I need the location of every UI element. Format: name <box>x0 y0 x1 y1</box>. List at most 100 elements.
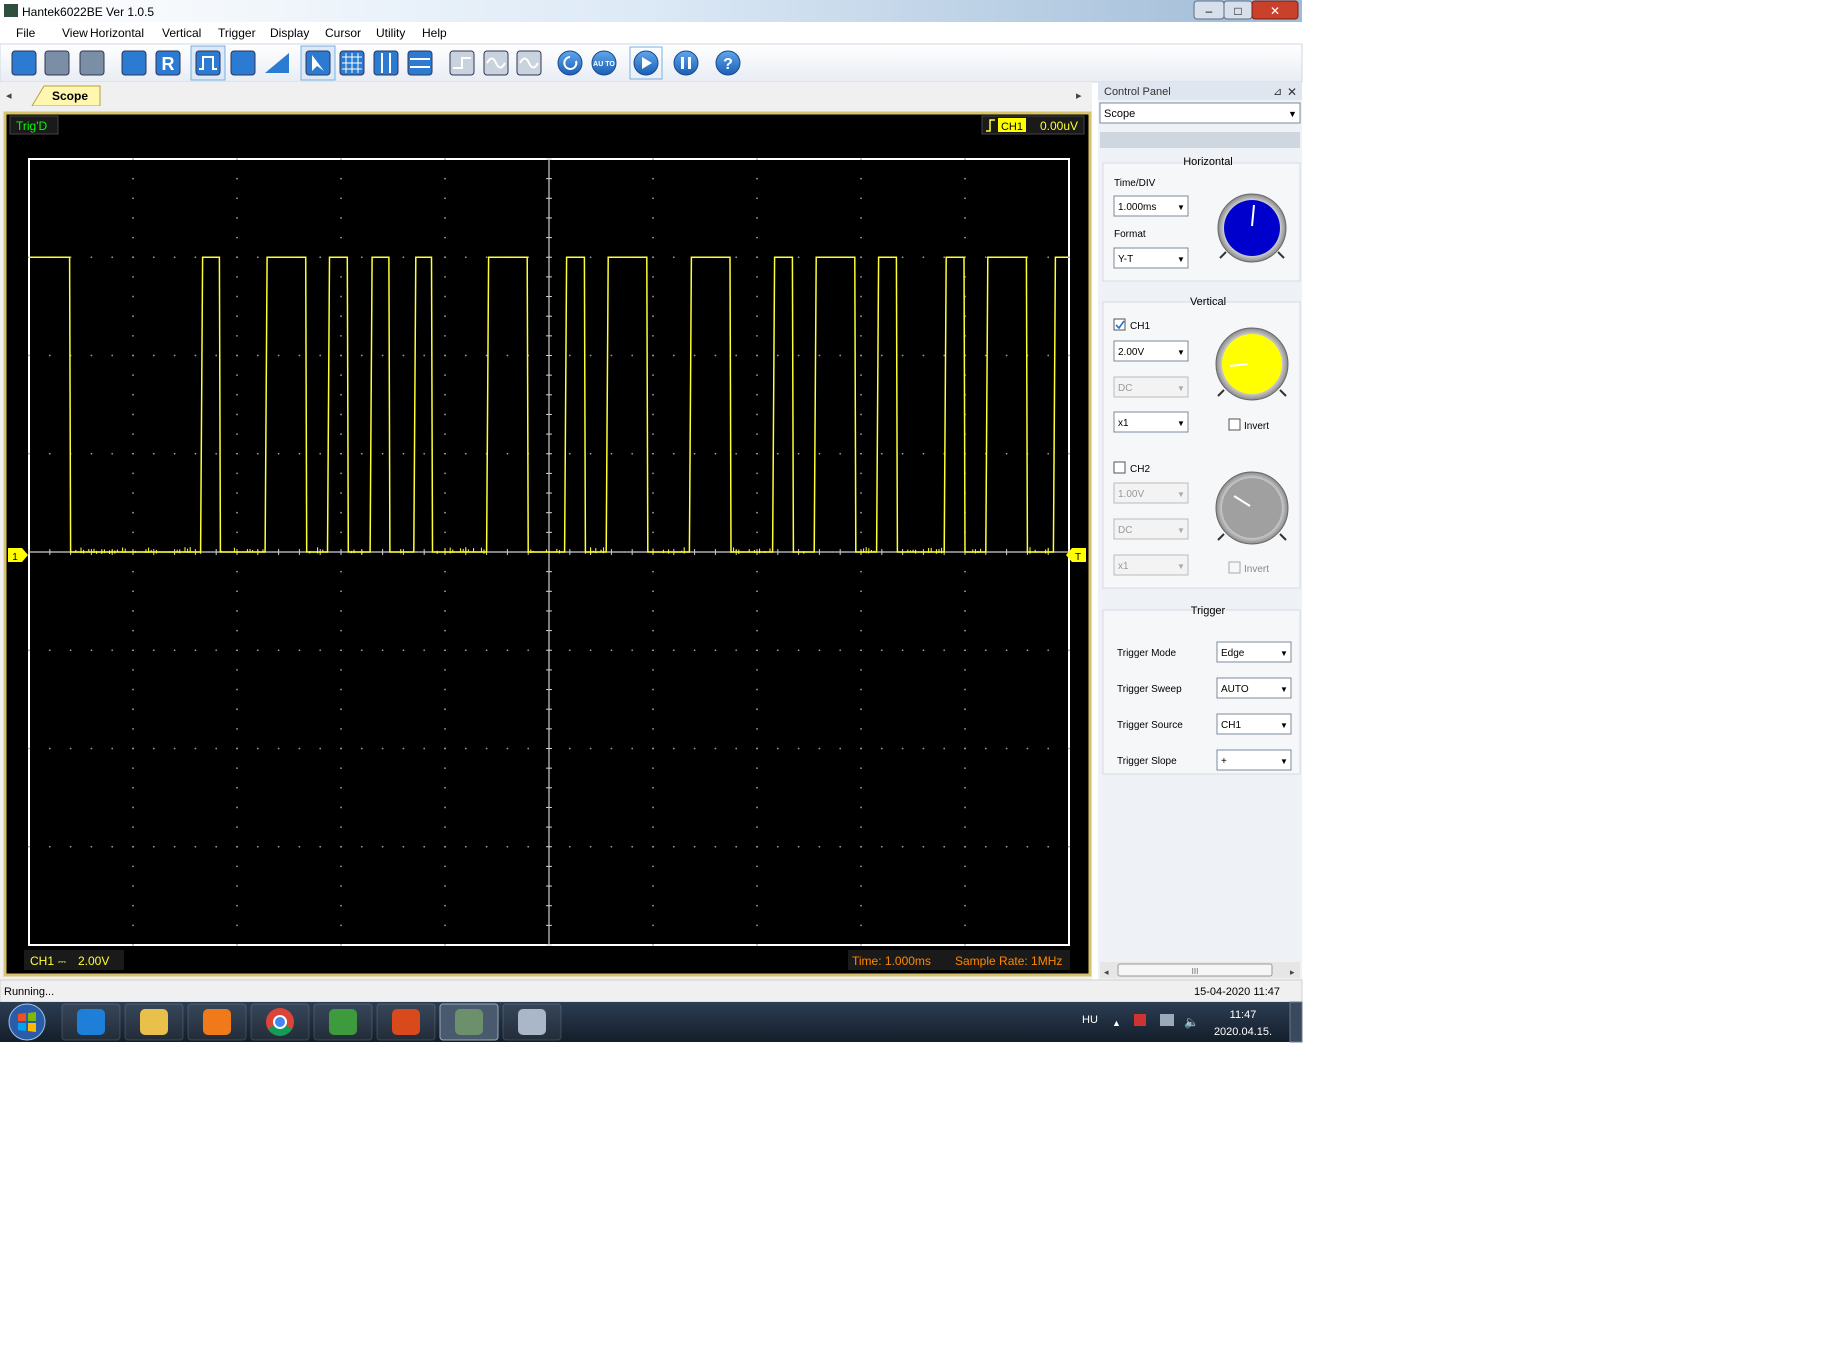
volume-icon[interactable]: 🔈 <box>1184 1015 1199 1029</box>
svg-text:1.00V: 1.00V <box>1118 489 1144 500</box>
r-icon[interactable]: R <box>155 50 181 76</box>
pulse-icon[interactable] <box>190 45 226 81</box>
time-div-label: Time/DIV <box>1114 178 1156 189</box>
panel-selector[interactable]: Scope ▼ <box>1099 102 1301 124</box>
show-desktop-button[interactable] <box>1289 1001 1303 1043</box>
svg-text:2.00V: 2.00V <box>1118 347 1144 358</box>
vertical-cursor-icon[interactable] <box>373 50 399 76</box>
ch1-checkbox[interactable] <box>1113 318 1126 331</box>
svg-text:III: III <box>1192 967 1199 976</box>
ch1-volts-select[interactable]: 2.00V ▼ <box>1113 340 1189 362</box>
trigger-slope-select[interactable]: + ▼ <box>1216 749 1292 771</box>
chevron-down-icon: ▼ <box>1177 203 1185 212</box>
format-label: Format <box>1114 229 1146 240</box>
menu-file[interactable]: File <box>16 26 36 40</box>
trig-status: Trig'D <box>16 119 48 133</box>
ie-icon[interactable] <box>61 1003 121 1041</box>
language-indicator[interactable]: HU <box>1082 1014 1098 1026</box>
ch2-knob <box>1215 471 1289 545</box>
wave-icon[interactable] <box>483 50 509 76</box>
paint-icon[interactable] <box>502 1003 562 1041</box>
ch1-knob-face <box>1222 334 1282 394</box>
ch2-knob-face <box>1222 478 1282 538</box>
chevron-down-icon: ▼ <box>1280 757 1288 766</box>
utorrent-icon[interactable] <box>313 1003 373 1041</box>
menu-trigger[interactable]: Trigger <box>218 26 256 40</box>
trigger-mode-label: Trigger Mode <box>1117 648 1177 659</box>
svg-text:DC: DC <box>1118 383 1132 394</box>
auto-icon[interactable]: AU TO <box>591 50 617 76</box>
timebase-knob-face <box>1224 200 1280 256</box>
ch1-knob[interactable] <box>1215 327 1289 401</box>
menu-help[interactable]: Help <box>422 26 447 40</box>
scroll-left-icon: ◂ <box>1104 967 1109 977</box>
tray-time[interactable]: 11:47 <box>1230 1009 1257 1021</box>
save-icon[interactable] <box>44 50 70 76</box>
start-button[interactable] <box>8 1003 46 1041</box>
show-hidden-icons-icon[interactable]: ▲ <box>1112 1018 1121 1028</box>
persist-icon[interactable] <box>230 50 256 76</box>
svg-text:AU TO: AU TO <box>593 61 615 68</box>
trigger-source-label: Trigger Source <box>1117 720 1183 731</box>
sine-icon[interactable] <box>516 50 542 76</box>
cursor-arrow-icon[interactable] <box>300 45 336 81</box>
svg-text:T: T <box>1075 552 1081 563</box>
format-select[interactable]: Y-T ▼ <box>1113 247 1189 269</box>
help-icon[interactable]: ? <box>715 50 741 76</box>
office-icon[interactable] <box>376 1003 436 1041</box>
grid-icon[interactable] <box>339 50 365 76</box>
trigger-mode-select[interactable]: Edge ▼ <box>1216 641 1292 663</box>
trigger-level: 0.00uV <box>1040 119 1078 133</box>
dc-coupling-icon: ⎓ <box>58 957 66 968</box>
ch1-invert-checkbox[interactable] <box>1228 418 1241 431</box>
control-panel: Control Panel ⊿ ✕ Scope ▼ Horizontal Tim… <box>1098 82 1302 980</box>
action-center-flag-icon[interactable] <box>1134 1014 1146 1026</box>
refresh-icon[interactable] <box>557 50 583 76</box>
menu-view[interactable]: View <box>62 26 88 40</box>
svg-text:□: □ <box>1234 4 1241 18</box>
panel-scrollbar[interactable]: ◂ III ▸ <box>1100 962 1300 978</box>
autoset-icon[interactable] <box>121 50 147 76</box>
tray-date[interactable]: 2020.04.15. <box>1214 1026 1272 1038</box>
svg-text:CH1: CH1 <box>1221 720 1241 731</box>
print-icon[interactable] <box>79 50 105 76</box>
tab-scroll-left-icon[interactable]: ◂ <box>6 90 12 102</box>
trigger-sweep-label: Trigger Sweep <box>1117 684 1182 695</box>
footer-ch1-label: CH1 <box>30 954 54 968</box>
svg-text:1: 1 <box>12 552 18 563</box>
svg-text:x1: x1 <box>1118 561 1129 572</box>
maximize-button[interactable]: □ <box>1223 0 1253 20</box>
chevron-down-icon: ▼ <box>1280 685 1288 694</box>
trigger-sweep-select[interactable]: AUTO ▼ <box>1216 677 1292 699</box>
svg-text:AUTO: AUTO <box>1221 684 1249 695</box>
horizontal-cursor-icon[interactable] <box>407 50 433 76</box>
menu-cursor[interactable]: Cursor <box>325 26 361 40</box>
menu-utility[interactable]: Utility <box>376 26 405 40</box>
explorer-icon[interactable] <box>124 1003 184 1041</box>
panel-close-icon[interactable]: ✕ <box>1287 85 1297 99</box>
minimize-button[interactable]: – <box>1193 0 1225 20</box>
network-icon[interactable] <box>1160 1014 1174 1026</box>
close-button[interactable]: ✕ <box>1251 0 1299 20</box>
media-player-icon[interactable] <box>187 1003 247 1041</box>
hantek-icon[interactable] <box>439 1003 499 1041</box>
step-icon[interactable] <box>449 50 475 76</box>
chevron-down-icon: ▼ <box>1280 721 1288 730</box>
chevron-down-icon: ▼ <box>1177 384 1185 393</box>
ch1-probe-select[interactable]: x1 ▼ <box>1113 411 1189 433</box>
time-div-select[interactable]: 1.000ms ▼ <box>1113 195 1189 217</box>
trigger-source-select[interactable]: CH1 ▼ <box>1216 713 1292 735</box>
timebase-knob[interactable] <box>1217 193 1287 263</box>
pause-icon[interactable] <box>673 50 699 76</box>
pin-icon[interactable]: ⊿ <box>1273 86 1282 98</box>
svg-text:Edge: Edge <box>1221 648 1245 659</box>
chevron-down-icon: ▼ <box>1280 649 1288 658</box>
menu-horizontal[interactable]: Horizontal <box>90 26 144 40</box>
menu-display[interactable]: Display <box>270 26 309 40</box>
ch2-checkbox[interactable] <box>1113 461 1126 474</box>
chrome-icon[interactable] <box>250 1003 310 1041</box>
menu-vertical[interactable]: Vertical <box>162 26 201 40</box>
chevron-down-icon: ▼ <box>1177 526 1185 535</box>
load-icon[interactable] <box>11 50 37 76</box>
tab-scroll-right-icon[interactable]: ▸ <box>1076 90 1082 102</box>
